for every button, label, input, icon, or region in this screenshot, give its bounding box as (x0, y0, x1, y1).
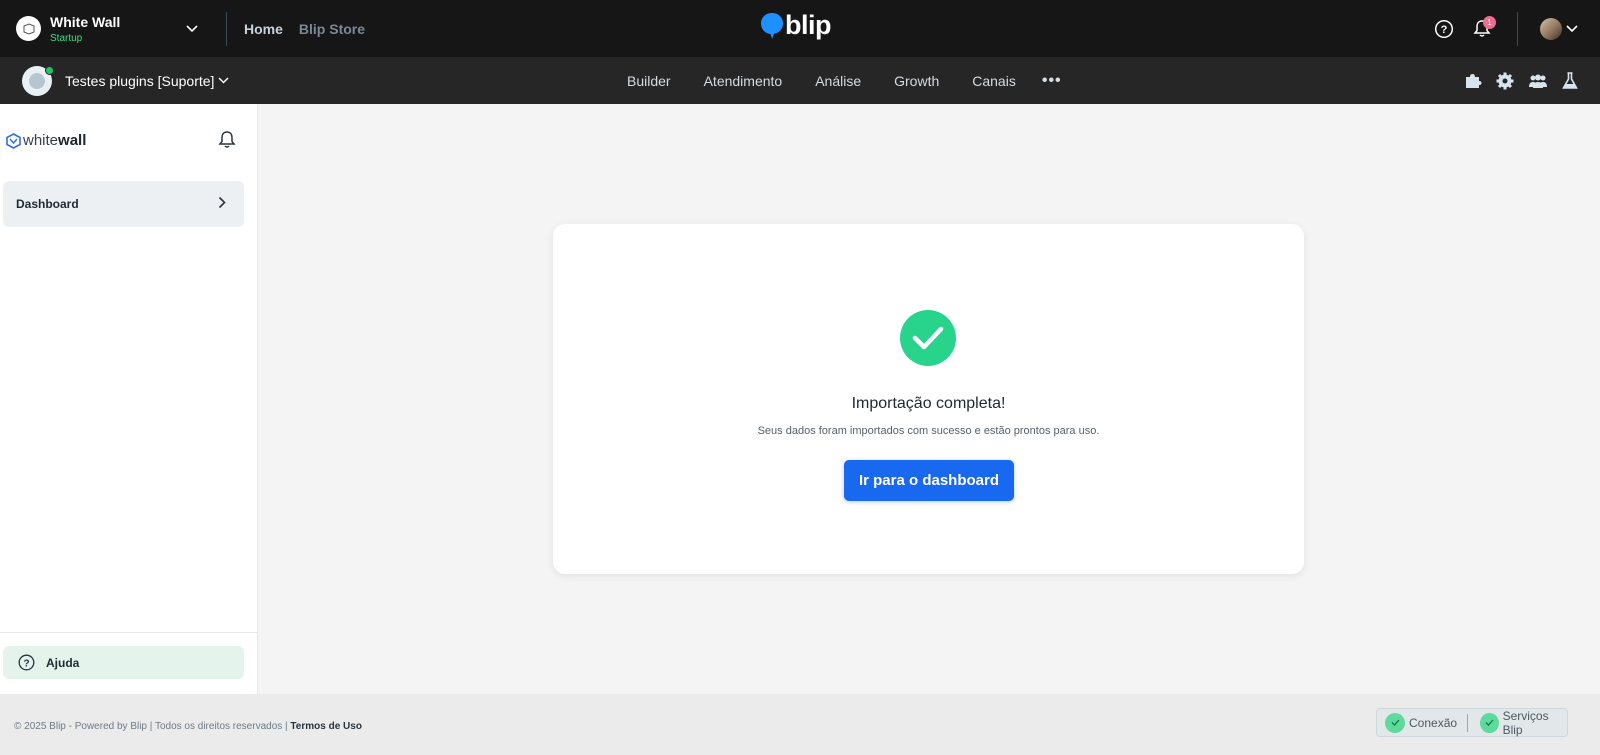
whitewall-logo: whitewall (6, 132, 86, 149)
import-success-card: Importação completa! Seus dados foram im… (553, 224, 1304, 574)
notifications-button[interactable]: 1 (1473, 16, 1496, 38)
svg-text:?: ? (1441, 24, 1448, 36)
logo-text-bold: wall (58, 132, 87, 149)
status-connection[interactable]: Conexão (1381, 712, 1458, 733)
status-blip-services[interactable]: Serviços Blip (1476, 709, 1567, 737)
tab-builder[interactable]: Builder (627, 73, 671, 89)
tab-growth[interactable]: Growth (894, 73, 939, 89)
footer-copyright: © 2025 Blip - Powered by Blip | Todos os… (14, 721, 362, 732)
puzzle-icon[interactable] (1464, 72, 1482, 90)
help-icon: ? (18, 654, 35, 671)
blip-bubble-icon (761, 12, 783, 39)
more-options-icon[interactable]: ••• (1042, 72, 1062, 90)
svg-text:?: ? (23, 658, 29, 669)
success-check-icon (900, 310, 956, 366)
nav-blip-store-link[interactable]: Blip Store (299, 21, 365, 37)
bot-name: Testes plugins [Suporte] (65, 72, 215, 89)
chevron-down-icon (1566, 24, 1578, 32)
org-switcher[interactable]: White Wall Startup (16, 14, 202, 44)
bell-icon[interactable] (218, 130, 236, 149)
logo-text-light: white (23, 132, 59, 149)
bot-switcher[interactable]: Testes plugins [Suporte] (22, 65, 229, 96)
brand-name: blip (785, 10, 832, 40)
org-logo (16, 16, 41, 41)
gear-icon[interactable] (1496, 72, 1514, 90)
status-label: Conexão (1409, 715, 1458, 730)
divider (226, 11, 227, 46)
chevron-down-icon[interactable] (186, 20, 198, 38)
tab-analise[interactable]: Análise (815, 73, 861, 89)
whitewall-logo-icon (6, 132, 21, 149)
org-name: White Wall (50, 13, 121, 30)
flask-icon[interactable] (1562, 71, 1578, 90)
terms-link[interactable]: Termos de Uso (290, 721, 362, 732)
help-label: Ajuda (46, 655, 80, 670)
divider (0, 632, 257, 633)
go-to-dashboard-button[interactable]: Ir para o dashboard (844, 460, 1014, 501)
sidebar-item-label: Dashboard (16, 197, 79, 211)
bot-bar: Testes plugins [Suporte] Builder Atendim… (0, 57, 1600, 104)
divider (1467, 713, 1468, 732)
check-icon (1479, 712, 1499, 733)
online-status-dot (45, 65, 54, 75)
check-icon (1385, 712, 1405, 733)
sidebar-item-dashboard[interactable]: Dashboard (3, 181, 244, 227)
status-panel: Conexão Serviços Blip (1376, 708, 1568, 737)
team-icon[interactable] (1528, 73, 1548, 89)
success-subtitle: Seus dados foram importados com sucesso … (757, 425, 1100, 437)
chevron-right-icon (218, 196, 226, 209)
tab-canais[interactable]: Canais (972, 73, 1016, 89)
sidebar: whitewall Dashboard ? Ajuda (0, 104, 258, 694)
footer: © 2025 Blip - Powered by Blip | Todos os… (0, 694, 1600, 755)
avatar (1540, 17, 1562, 40)
status-label: Serviços Blip (1502, 708, 1549, 737)
success-title: Importação completa! (851, 395, 1006, 412)
top-nav: Home Blip Store (244, 21, 365, 37)
user-menu[interactable] (1540, 17, 1578, 40)
nav-home-link[interactable]: Home (244, 21, 283, 37)
chevron-down-icon (218, 77, 229, 84)
help-icon[interactable]: ? (1434, 19, 1454, 39)
blip-logo[interactable]: blip (760, 10, 832, 41)
bot-nav: Builder Atendimento Análise Growth Canai… (627, 57, 1062, 104)
notification-badge: 1 (1483, 16, 1496, 29)
tab-atendimento[interactable]: Atendimento (704, 73, 783, 89)
sidebar-help-button[interactable]: ? Ajuda (3, 646, 244, 679)
divider (1517, 11, 1518, 46)
bot-avatar (22, 65, 54, 96)
top-bar: White Wall Startup Home Blip Store blip … (0, 0, 1600, 57)
copyright-text: © 2025 Blip - Powered by Blip | Todos os… (14, 721, 288, 732)
org-plan: Startup (50, 32, 83, 44)
